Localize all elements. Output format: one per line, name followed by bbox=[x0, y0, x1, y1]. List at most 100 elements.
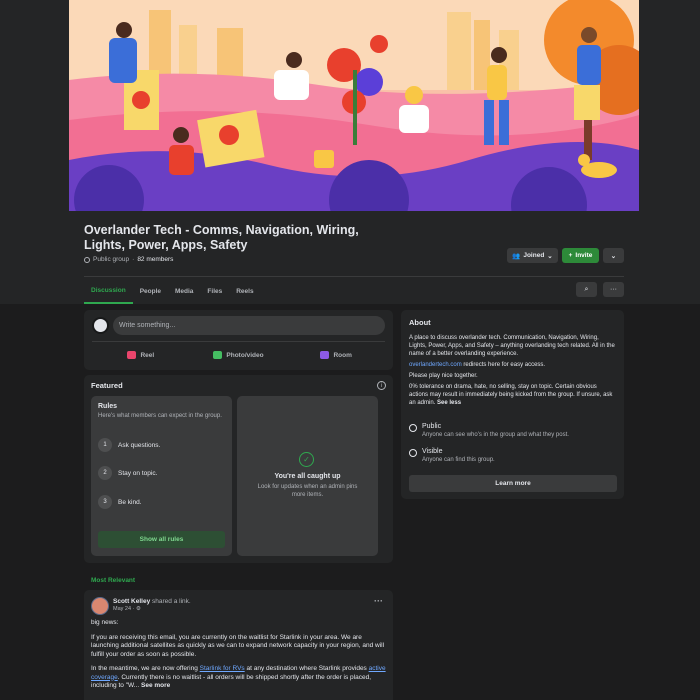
rule-text: Stay on topic. bbox=[118, 469, 158, 477]
public-property: Public Anyone can see who's in the group… bbox=[409, 423, 569, 438]
post-paragraph: In the meantime, we are now offering Sta… bbox=[91, 665, 387, 691]
invite-label: Invite bbox=[575, 252, 593, 259]
people-icon: 👥 bbox=[512, 252, 521, 260]
room-button[interactable]: Room bbox=[287, 345, 385, 365]
group-meta: Public group · 82 members bbox=[84, 256, 173, 263]
about-desc: A place to discuss overlander tech. Comm… bbox=[409, 335, 615, 357]
avatar[interactable] bbox=[91, 597, 109, 615]
cover-photo[interactable] bbox=[69, 0, 639, 211]
plus-icon: + bbox=[568, 252, 573, 259]
post-text: In the meantime, we are now offering bbox=[91, 665, 200, 672]
post-options-button[interactable]: ··· bbox=[374, 596, 383, 606]
reel-button[interactable]: Reel bbox=[92, 345, 190, 365]
avatar[interactable] bbox=[92, 317, 109, 334]
tab-discussion[interactable]: Discussion bbox=[84, 278, 133, 304]
photo-icon bbox=[213, 351, 223, 359]
see-more-link[interactable]: See more bbox=[141, 682, 170, 689]
globe-icon bbox=[84, 256, 90, 263]
rule-number: 1 bbox=[98, 438, 112, 452]
post-date-line: May 24 · ⚙ bbox=[113, 606, 141, 612]
group-tabs: Discussion People Media Files Reels bbox=[84, 278, 261, 304]
more-icon: ··· bbox=[610, 286, 617, 293]
featured-section: Featured i Rules Here's what members can… bbox=[84, 375, 393, 563]
visible-desc: Anyone can find this group. bbox=[422, 457, 495, 463]
rule-number: 2 bbox=[98, 466, 112, 480]
post-composer: Write something... Reel Photo/video Room bbox=[84, 310, 393, 370]
post-author[interactable]: Scott Kelley bbox=[113, 598, 150, 605]
tab-files[interactable]: Files bbox=[200, 278, 229, 304]
composer-divider bbox=[92, 341, 385, 342]
rule-text: Ask questions. bbox=[118, 441, 161, 449]
members-count[interactable]: 82 members bbox=[137, 256, 173, 263]
feed-post: Scott Kelley shared a link. May 24 · ⚙ ·… bbox=[84, 590, 393, 700]
post-action: shared a link. bbox=[152, 598, 191, 605]
globe-icon bbox=[409, 424, 417, 432]
about-link-rest: redirects here for easy access. bbox=[461, 362, 546, 368]
feed-sort-label[interactable]: Most Relevant bbox=[91, 577, 135, 584]
cover-illustration bbox=[69, 0, 639, 211]
rule-item: 2 Stay on topic. bbox=[98, 466, 157, 480]
about-link-line: overlandertech.com redirects here for ea… bbox=[409, 361, 617, 369]
about-nice: Please play nice together. bbox=[409, 373, 478, 379]
public-title: Public bbox=[422, 423, 442, 430]
photo-video-label: Photo/video bbox=[226, 351, 264, 359]
caught-up-title: You're all caught up bbox=[274, 473, 341, 480]
reel-icon bbox=[127, 351, 137, 359]
post-body: big news: If you are receiving this emai… bbox=[91, 619, 387, 697]
rule-item: 1 Ask questions. bbox=[98, 438, 160, 452]
rules-subtitle: Here's what members can expect in the gr… bbox=[98, 413, 222, 419]
joined-button[interactable]: 👥 Joined ⌄ bbox=[507, 248, 558, 263]
photo-video-button[interactable]: Photo/video bbox=[190, 345, 288, 365]
joined-label: Joined bbox=[523, 252, 545, 259]
privacy-label[interactable]: Public group bbox=[93, 256, 129, 263]
tab-media[interactable]: Media bbox=[168, 278, 200, 304]
post-text: at any destination where Starlink provid… bbox=[244, 665, 369, 672]
rules-title: Rules bbox=[98, 403, 118, 410]
chevron-down-icon: ⌄ bbox=[547, 252, 553, 260]
about-policy-line: 0% tolerance on drama, hate, no selling,… bbox=[409, 383, 617, 407]
rule-number: 3 bbox=[98, 495, 112, 509]
about-title: About bbox=[409, 318, 431, 327]
rule-item: 3 Be kind. bbox=[98, 495, 142, 509]
post-author-line: Scott Kelley shared a link. bbox=[113, 598, 191, 605]
learn-more-button[interactable]: Learn more bbox=[409, 475, 617, 492]
search-icon: ⌕ bbox=[584, 285, 589, 293]
show-all-rules-button[interactable]: Show all rules bbox=[98, 531, 225, 548]
featured-title: Featured bbox=[91, 381, 123, 390]
composer-actions: Reel Photo/video Room bbox=[92, 345, 385, 365]
header-more-button[interactable]: ⌄ bbox=[603, 248, 624, 263]
tab-people[interactable]: People bbox=[133, 278, 168, 304]
website-link[interactable]: overlandertech.com bbox=[409, 362, 462, 368]
reel-label: Reel bbox=[140, 351, 155, 359]
write-something-input[interactable]: Write something... bbox=[113, 316, 385, 335]
search-button[interactable]: ⌕ bbox=[576, 282, 597, 297]
about-card: About A place to discuss overlander tech… bbox=[401, 310, 624, 499]
post-paragraph: big news: bbox=[91, 619, 119, 626]
starlink-rv-link[interactable]: Starlink for RVs bbox=[200, 665, 245, 672]
info-icon[interactable]: i bbox=[377, 381, 386, 390]
header-divider bbox=[84, 276, 624, 277]
room-label: Room bbox=[333, 351, 352, 359]
meta-separator: · bbox=[132, 256, 135, 263]
public-desc: Anyone can see who's in the group and wh… bbox=[422, 432, 569, 438]
rule-text: Be kind. bbox=[118, 498, 142, 506]
rules-card: Rules Here's what members can expect in … bbox=[91, 396, 232, 556]
post-date[interactable]: May 24 · bbox=[113, 606, 136, 612]
tab-reels[interactable]: Reels bbox=[229, 278, 260, 304]
about-description: A place to discuss overlander tech. Comm… bbox=[409, 334, 617, 410]
chevron-down-icon: ⌄ bbox=[610, 252, 617, 260]
members-audience-icon: ⚙ bbox=[135, 606, 141, 612]
see-less-link[interactable]: See less bbox=[437, 400, 461, 406]
post-paragraph: If you are receiving this email, you are… bbox=[91, 633, 385, 658]
video-camera-icon bbox=[320, 351, 330, 359]
group-title[interactable]: Overlander Tech - Comms, Navigation, Wir… bbox=[84, 223, 374, 253]
caught-up-subtitle: Look for updates when an admin pins more… bbox=[257, 484, 358, 498]
eye-icon bbox=[409, 449, 417, 457]
post-text: . Currently there is no waitlist - all o… bbox=[91, 673, 371, 690]
tab-more-button[interactable]: ··· bbox=[603, 282, 624, 297]
visible-title: Visible bbox=[422, 448, 443, 455]
visible-property: Visible Anyone can find this group. bbox=[409, 448, 495, 463]
invite-button[interactable]: + Invite bbox=[562, 248, 599, 263]
checkmark-icon: ✓ bbox=[299, 452, 314, 467]
caught-up-card: ✓ You're all caught up Look for updates … bbox=[237, 396, 378, 556]
